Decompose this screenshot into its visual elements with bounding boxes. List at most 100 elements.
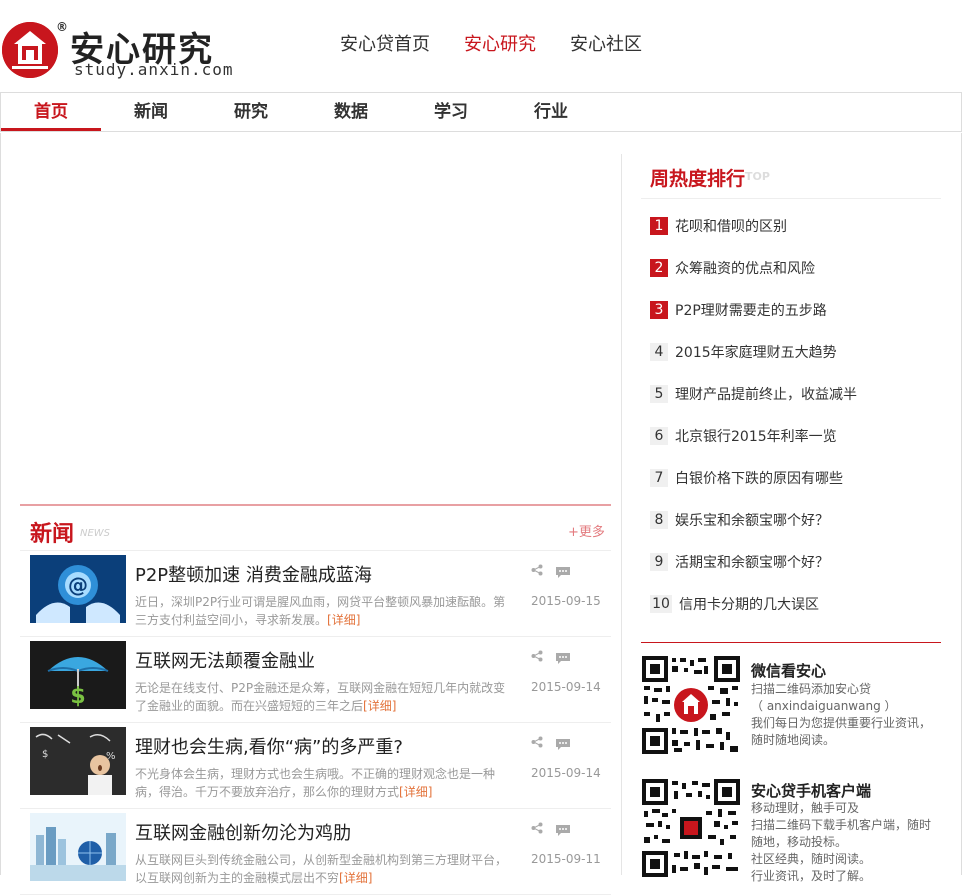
ranking-header-line bbox=[641, 198, 941, 199]
ranking-item[interactable]: 10 信用卡分期的几大误区 bbox=[650, 594, 819, 614]
ranking-number-badge: 6 bbox=[650, 427, 668, 445]
news-headline[interactable]: P2P整顿加速 消费金融成蓝海 bbox=[135, 561, 372, 587]
ranking-link[interactable]: 信用卡分期的几大误区 bbox=[679, 594, 819, 614]
comment-icon[interactable] bbox=[555, 566, 571, 579]
news-detail-link[interactable]: [详细] bbox=[363, 699, 396, 713]
ranking-item[interactable]: 9 活期宝和余额宝哪个好？ bbox=[650, 552, 829, 572]
ranking-title: 周热度排行 bbox=[650, 168, 746, 190]
ranking-number-badge: 9 bbox=[650, 553, 668, 571]
logo-domain: study.anxin.com bbox=[74, 60, 234, 79]
ranking-link[interactable]: 白银价格下跌的原因有哪些 bbox=[675, 468, 843, 488]
surprised-man-chalkboard-image-icon: $ % bbox=[30, 727, 126, 795]
news-item[interactable]: @ P2P整顿加速 消费金融成蓝海 近日，深圳P2P行业可谓是腥风血雨，网贷平台… bbox=[20, 551, 611, 637]
app-line: 扫描二维码下载手机客户端，随时随地，移动投标。 bbox=[751, 818, 932, 849]
comment-icon[interactable] bbox=[555, 652, 571, 665]
comment-icon[interactable] bbox=[555, 738, 571, 751]
ranking-item[interactable]: 5 理财产品提前终止，收益减半 bbox=[650, 384, 857, 404]
ranking-link[interactable]: P2P理财需要走的五步路 bbox=[675, 300, 827, 320]
news-item[interactable]: 互联网金融创新勿沦为鸡肋 从互联网巨头到传统金融公司，从创新型金融机构到第三方理… bbox=[20, 809, 611, 895]
nav-tab-home[interactable]: 首页 bbox=[1, 93, 101, 131]
ranking-link[interactable]: 理财产品提前终止，收益减半 bbox=[675, 384, 857, 404]
share-icon[interactable] bbox=[531, 650, 543, 662]
news-item[interactable]: $ 互联网无法颠覆金融业 无论是在线支付、P2P金融还是众筹，互联网金融在短短几… bbox=[20, 637, 611, 723]
nav-tab-research[interactable]: 研究 bbox=[201, 93, 301, 131]
ranking-item[interactable]: 2 众筹融资的优点和风险 bbox=[650, 258, 815, 278]
top-nav-research[interactable]: 安心研究 bbox=[464, 30, 536, 56]
app-qr-code bbox=[642, 779, 740, 877]
registered-mark: ® bbox=[56, 20, 68, 34]
news-summary: 无论是在线支付、P2P金融还是众筹，互联网金融在短短几年内就改变了金融业的面貌。… bbox=[135, 679, 510, 715]
ranking-item[interactable]: 4 2015年家庭理财五大趋势 bbox=[650, 342, 837, 362]
wechat-line: （ anxindaiguanwang ） bbox=[751, 699, 897, 713]
wechat-line: 我们每日为您提供重要行业资讯，随时随地阅读。 bbox=[751, 716, 932, 747]
ranking-link[interactable]: 北京银行2015年利率一览 bbox=[675, 426, 837, 446]
ranking-link[interactable]: 2015年家庭理财五大趋势 bbox=[675, 342, 837, 362]
ranking-number-badge: 8 bbox=[650, 511, 668, 529]
top-nav: 安心贷首页 安心研究 安心社区 bbox=[340, 30, 642, 56]
share-icon[interactable] bbox=[531, 564, 543, 576]
news-headline[interactable]: 理财也会生病,看你“病”的多严重? bbox=[135, 733, 403, 759]
nav-tab-industry[interactable]: 行业 bbox=[501, 93, 601, 131]
ranking-item[interactable]: 6 北京银行2015年利率一览 bbox=[650, 426, 837, 446]
news-date: 2015-09-15 bbox=[531, 594, 601, 608]
ranking-link[interactable]: 活期宝和余额宝哪个好？ bbox=[675, 552, 829, 572]
news-item[interactable]: $ % 理财也会生病,看你“病”的多严重? 不光身体会生病，理财方式也会生病哦。… bbox=[20, 723, 611, 809]
logo-icon[interactable] bbox=[2, 22, 58, 78]
site-header: ® 安心研究 study.anxin.com 安心贷首页 安心研究 安心社区 bbox=[0, 0, 962, 90]
top-nav-home[interactable]: 安心贷首页 bbox=[340, 30, 430, 56]
news-more-link[interactable]: +更多 bbox=[568, 521, 605, 540]
news-date: 2015-09-11 bbox=[531, 852, 601, 866]
ranking-number-badge: 1 bbox=[650, 217, 668, 235]
svg-text:$: $ bbox=[70, 684, 85, 709]
app-line: 行业资讯，及时了解。 bbox=[751, 869, 872, 883]
nav-tab-data[interactable]: 数据 bbox=[301, 93, 401, 131]
ranking-link[interactable]: 娱乐宝和余额宝哪个好？ bbox=[675, 510, 829, 530]
news-summary: 近日，深圳P2P行业可谓是腥风血雨，网贷平台整顿风暴加速酝酿。第三方支付利益空间… bbox=[135, 593, 510, 629]
top-nav-community[interactable]: 安心社区 bbox=[570, 30, 642, 56]
nav-tab-learning[interactable]: 学习 bbox=[401, 93, 501, 131]
ranking-number-badge: 7 bbox=[650, 469, 668, 487]
news-detail-link[interactable]: [详细] bbox=[327, 613, 360, 627]
umbrella-dollar-image-icon: $ bbox=[30, 641, 126, 709]
news-detail-link[interactable]: [详细] bbox=[399, 785, 432, 799]
news-headline[interactable]: 互联网金融创新勿沦为鸡肋 bbox=[135, 819, 351, 845]
news-summary-text: 不光身体会生病，理财方式也会生病哦。不正确的理财观念也是一种病，得治。千万不要放… bbox=[135, 767, 496, 799]
ranking-item[interactable]: 8 娱乐宝和余额宝哪个好？ bbox=[650, 510, 829, 530]
ranking-link[interactable]: 花呗和借呗的区别 bbox=[675, 216, 787, 236]
ranking-item[interactable]: 7 白银价格下跌的原因有哪些 bbox=[650, 468, 843, 488]
comment-icon[interactable] bbox=[555, 824, 571, 837]
ranking-item[interactable]: 3 P2P理财需要走的五步路 bbox=[650, 300, 827, 320]
ranking-number-badge: 10 bbox=[650, 595, 672, 613]
svg-text:$: $ bbox=[42, 749, 48, 760]
ranking-number-badge: 4 bbox=[650, 343, 668, 361]
ranking-link[interactable]: 众筹融资的优点和风险 bbox=[675, 258, 815, 278]
nav-tab-news[interactable]: 新闻 bbox=[101, 93, 201, 131]
ranking-subtitle: TOP bbox=[745, 170, 770, 183]
news-thumbnail[interactable]: $ % bbox=[30, 727, 126, 795]
wechat-title: 微信看安心 bbox=[751, 662, 827, 680]
ranking-bottom-line bbox=[641, 642, 941, 643]
news-headline[interactable]: 互联网无法颠覆金融业 bbox=[135, 647, 315, 673]
share-icon[interactable] bbox=[531, 822, 543, 834]
app-title: 安心贷手机客户端 bbox=[751, 782, 872, 800]
news-section-subtitle: NEWS bbox=[80, 528, 111, 539]
app-line: 移动理财，触手可及 bbox=[751, 801, 860, 815]
nav-active-indicator bbox=[1, 128, 101, 131]
news-thumbnail[interactable]: @ bbox=[30, 555, 126, 623]
news-summary: 不光身体会生病，理财方式也会生病哦。不正确的理财观念也是一种病，得治。千万不要放… bbox=[135, 765, 510, 801]
news-thumbnail[interactable] bbox=[30, 813, 126, 881]
ranking-number-badge: 5 bbox=[650, 385, 668, 403]
column-divider bbox=[621, 154, 622, 875]
news-section-divider bbox=[20, 504, 611, 506]
svg-text:@: @ bbox=[68, 573, 88, 597]
news-detail-link[interactable]: [详细] bbox=[339, 871, 372, 885]
wechat-qr-code bbox=[642, 656, 740, 754]
news-date: 2015-09-14 bbox=[531, 766, 601, 780]
news-thumbnail[interactable]: $ bbox=[30, 641, 126, 709]
news-summary-text: 从互联网巨头到传统金融公司，从创新型金融机构到第三方理财平台，以互联网创新为主的… bbox=[135, 853, 508, 885]
news-summary-text: 无论是在线支付、P2P金融还是众筹，互联网金融在短短几年内就改变了金融业的面貌。… bbox=[135, 681, 506, 713]
ranking-item[interactable]: 1 花呗和借呗的区别 bbox=[650, 216, 787, 236]
city-globe-image-icon bbox=[30, 813, 126, 881]
email-globe-image-icon: @ bbox=[30, 555, 126, 623]
share-icon[interactable] bbox=[531, 736, 543, 748]
